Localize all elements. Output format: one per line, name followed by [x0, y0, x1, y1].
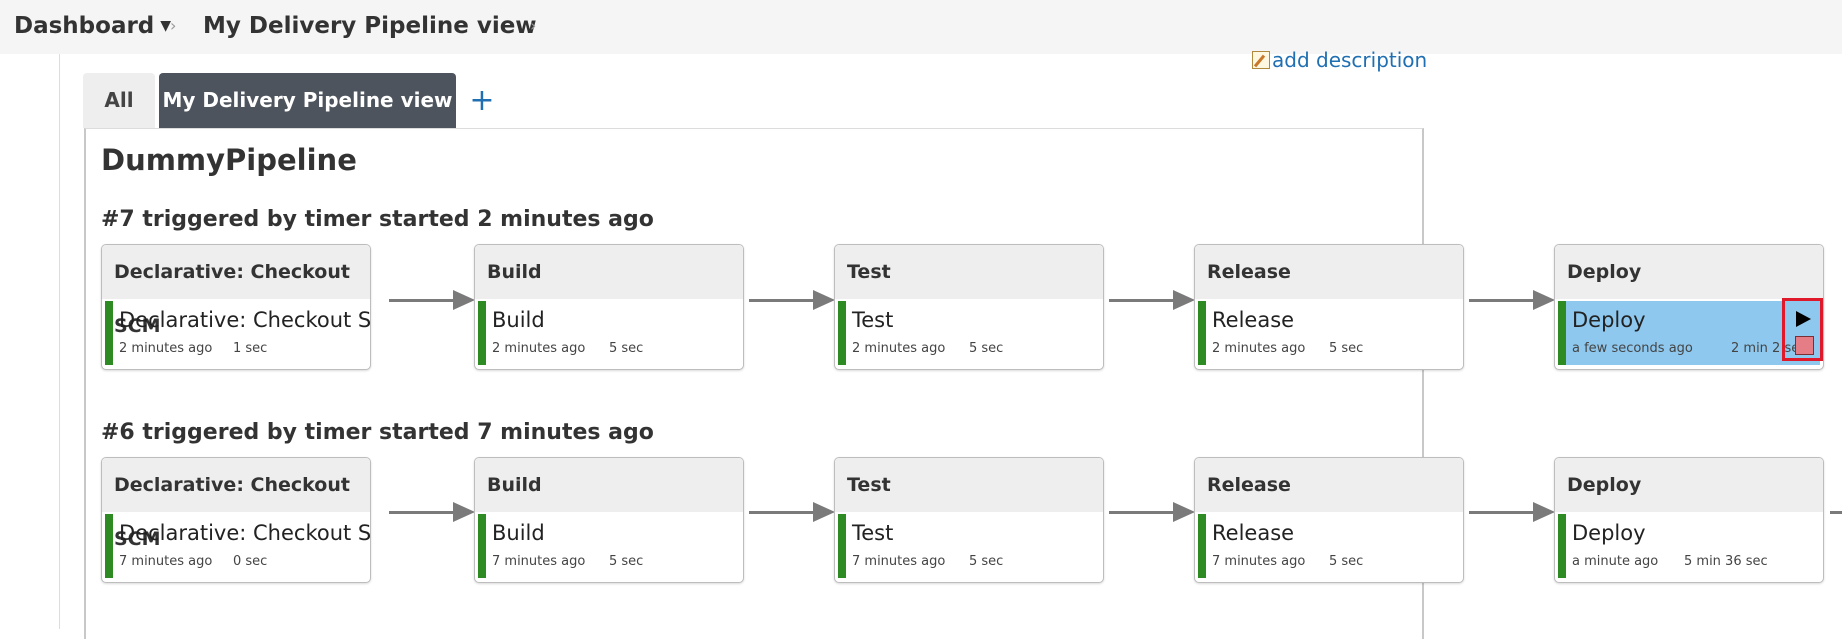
- stage-card-build: Build Build 7 minutes ago 5 sec: [474, 457, 744, 583]
- task-release[interactable]: Release 7 minutes ago 5 sec: [1198, 514, 1460, 578]
- status-bar: [478, 514, 486, 578]
- task-duration: 0 sec: [233, 554, 268, 569]
- breadcrumb-dashboard[interactable]: Dashboard ▼: [14, 0, 171, 54]
- stage-header: Declarative: Checkout SCM: [102, 245, 370, 337]
- task-name: Build: [492, 308, 545, 332]
- breadcrumb-bar: Dashboard ▼ › My Delivery Pipeline view ›: [0, 0, 1842, 54]
- task-name: Test: [852, 521, 894, 545]
- stage-card-checkout-scm: Declarative: Checkout SCM Declarative: C…: [101, 457, 371, 583]
- task-duration: 5 sec: [969, 554, 1004, 569]
- status-bar: [838, 301, 846, 365]
- task-name: Deploy: [1572, 308, 1646, 332]
- task-name: Test: [852, 308, 894, 332]
- task-start-time: 2 minutes ago: [119, 341, 213, 356]
- flow-arrow-continuation: [1830, 511, 1842, 514]
- stop-icon[interactable]: [1795, 336, 1814, 355]
- task-name: Deploy: [1572, 521, 1646, 545]
- task-checkout-scm[interactable]: Declarative: Checkout SCM 2 minutes ago …: [105, 301, 370, 365]
- run-controls-highlight: [1782, 298, 1823, 361]
- flow-arrow-icon: [749, 502, 835, 522]
- pipeline-title: DummyPipeline: [101, 143, 357, 177]
- status-bar: [105, 301, 113, 365]
- status-bar: [838, 514, 846, 578]
- add-description-link[interactable]: add description: [1252, 46, 1427, 74]
- run-title: #6 triggered by timer started 7 minutes …: [101, 420, 654, 445]
- stage-card-checkout-scm: Declarative: Checkout SCM Declarative: C…: [101, 244, 371, 370]
- flow-arrow-icon: [1469, 502, 1555, 522]
- task-start-time: 7 minutes ago: [852, 554, 946, 569]
- task-name: Release: [1212, 308, 1295, 332]
- task-release[interactable]: Release 2 minutes ago 5 sec: [1198, 301, 1460, 365]
- run-title: #7 triggered by timer started 2 minutes …: [101, 207, 654, 232]
- task-name: Declarative: Checkout SCM: [119, 521, 371, 545]
- flow-arrow-icon: [389, 502, 475, 522]
- breadcrumb-separator-icon: ›: [170, 16, 177, 35]
- stage-card-release: Release Release 2 minutes ago 5 sec: [1194, 244, 1464, 370]
- stage-header: Build: [475, 458, 743, 512]
- play-icon[interactable]: [1796, 311, 1811, 327]
- task-start-time: 7 minutes ago: [492, 554, 586, 569]
- task-deploy[interactable]: Deploy a minute ago 5 min 36 sec: [1558, 514, 1820, 578]
- flow-arrow-icon: [1109, 502, 1195, 522]
- task-start-time: a few seconds ago: [1572, 341, 1693, 356]
- add-view-icon[interactable]: +: [467, 86, 497, 116]
- breadcrumb-view[interactable]: My Delivery Pipeline view: [203, 0, 537, 54]
- status-bar: [1558, 301, 1566, 365]
- status-bar: [478, 301, 486, 365]
- stage-header: Release: [1195, 245, 1463, 299]
- breadcrumb-separator-icon: ›: [530, 16, 537, 35]
- stage-card-deploy: Deploy Deploy a minute ago 5 min 36 sec: [1554, 457, 1824, 583]
- task-duration: 1 sec: [233, 341, 268, 356]
- task-start-time: 7 minutes ago: [1212, 554, 1306, 569]
- stage-header: Declarative: Checkout SCM: [102, 458, 370, 550]
- task-test[interactable]: Test 2 minutes ago 5 sec: [838, 301, 1100, 365]
- flow-arrow-icon: [389, 290, 475, 310]
- add-description-label: add description: [1272, 48, 1428, 72]
- flow-arrow-icon: [1109, 290, 1195, 310]
- task-duration: 5 sec: [969, 341, 1004, 356]
- stage-header: Build: [475, 245, 743, 299]
- tab-all[interactable]: All: [83, 73, 155, 128]
- stage-card-build: Build Build 2 minutes ago 5 sec: [474, 244, 744, 370]
- flow-arrow-icon: [749, 290, 835, 310]
- breadcrumb-dashboard-label: Dashboard: [14, 13, 155, 39]
- stage-card-test: Test Test 2 minutes ago 5 sec: [834, 244, 1104, 370]
- task-duration: 5 sec: [1329, 554, 1364, 569]
- stage-header: Deploy: [1555, 458, 1823, 512]
- stage-header: Deploy: [1555, 245, 1823, 299]
- flow-arrow-icon: [1469, 290, 1555, 310]
- task-duration: 5 sec: [1329, 341, 1364, 356]
- task-start-time: 2 minutes ago: [492, 341, 586, 356]
- stage-header: Test: [835, 245, 1103, 299]
- task-name: Declarative: Checkout SCM: [119, 308, 371, 332]
- task-duration: 5 sec: [609, 554, 644, 569]
- task-name: Release: [1212, 521, 1295, 545]
- task-start-time: a minute ago: [1572, 554, 1659, 569]
- status-bar: [1198, 301, 1206, 365]
- stage-card-test: Test Test 7 minutes ago 5 sec: [834, 457, 1104, 583]
- edit-pencil-icon: [1252, 51, 1270, 69]
- task-start-time: 7 minutes ago: [119, 554, 213, 569]
- task-build[interactable]: Build 7 minutes ago 5 sec: [478, 514, 740, 578]
- tab-my-delivery-pipeline-view[interactable]: My Delivery Pipeline view: [159, 73, 456, 128]
- task-start-time: 2 minutes ago: [1212, 341, 1306, 356]
- task-deploy-running[interactable]: Deploy a few seconds ago 2 min 2 sec: [1558, 301, 1820, 365]
- stage-header: Release: [1195, 458, 1463, 512]
- breadcrumb-view-label: My Delivery Pipeline view: [203, 13, 537, 39]
- task-build[interactable]: Build 2 minutes ago 5 sec: [478, 301, 740, 365]
- status-bar: [1558, 514, 1566, 578]
- stage-header: Test: [835, 458, 1103, 512]
- task-duration: 5 sec: [609, 341, 644, 356]
- task-name: Build: [492, 521, 545, 545]
- status-bar: [105, 514, 113, 578]
- status-bar: [1198, 514, 1206, 578]
- side-divider: [59, 54, 60, 629]
- task-test[interactable]: Test 7 minutes ago 5 sec: [838, 514, 1100, 578]
- task-checkout-scm[interactable]: Declarative: Checkout SCM 7 minutes ago …: [105, 514, 370, 578]
- task-duration: 5 min 36 sec: [1684, 554, 1768, 569]
- stage-card-release: Release Release 7 minutes ago 5 sec: [1194, 457, 1464, 583]
- task-start-time: 2 minutes ago: [852, 341, 946, 356]
